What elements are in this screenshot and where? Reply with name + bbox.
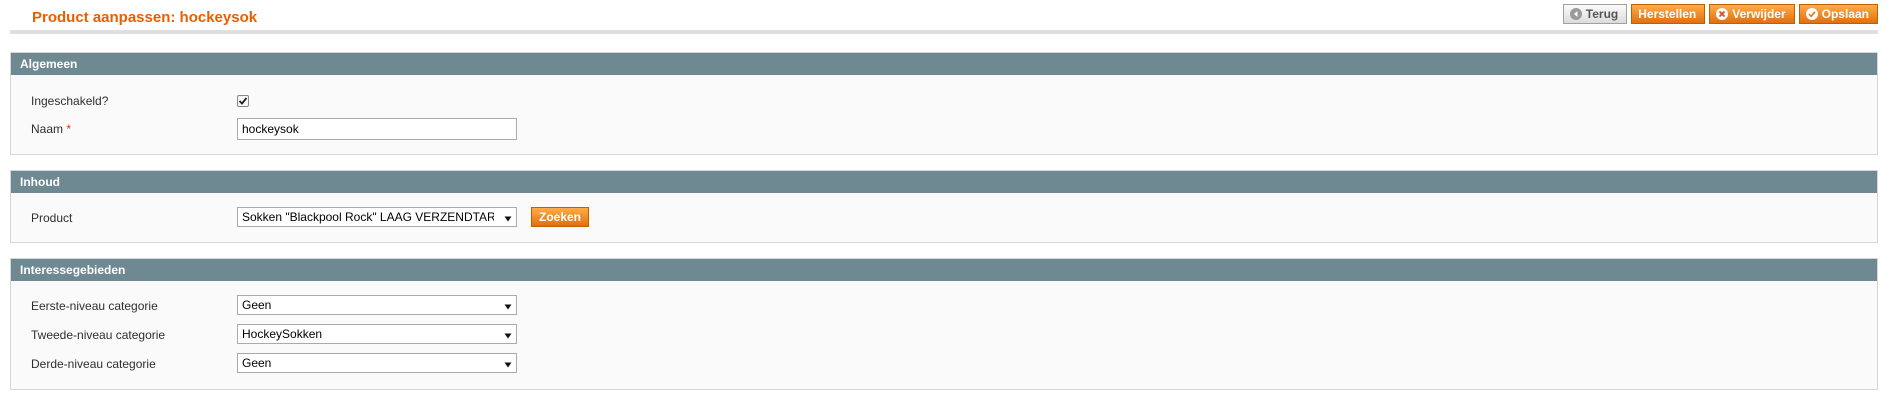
section-content: Inhoud Product Sokken "Blackpool Rock" L… <box>10 170 1878 243</box>
level1-select-value: Geen <box>242 298 272 312</box>
product-row: Product Sokken "Blackpool Rock" LAAG VER… <box>11 207 1877 229</box>
check-circle-icon <box>1805 8 1818 20</box>
search-button[interactable]: Zoeken <box>531 207 590 227</box>
section-general: Algemeen Ingeschakeld? Naam * <box>10 52 1878 155</box>
level2-row: Tweede-niveau categorie HockeySokken <box>11 324 1877 346</box>
product-select[interactable]: Sokken "Blackpool Rock" LAAG VERZENDTARI… <box>237 207 517 227</box>
check-icon <box>238 97 248 105</box>
triangle-down-icon <box>504 358 512 372</box>
page-header: Product aanpassen: hockeysok Terug Herst… <box>10 0 1878 34</box>
level2-select-value: HockeySokken <box>242 327 323 341</box>
level3-row: Derde-niveau categorie Geen <box>11 353 1877 375</box>
enabled-row: Ingeschakeld? <box>11 90 1877 112</box>
back-button-label: Terug <box>1585 7 1619 21</box>
name-label-text: Naam <box>31 122 64 136</box>
section-interests: Interessegebieden Eerste-niveau categori… <box>10 258 1878 390</box>
name-label: Naam * <box>31 122 71 136</box>
triangle-down-icon <box>504 212 512 226</box>
name-input[interactable] <box>237 118 517 140</box>
product-label: Product <box>31 211 73 225</box>
level3-label: Derde-niveau categorie <box>31 357 156 371</box>
enabled-label: Ingeschakeld? <box>31 94 109 108</box>
back-button[interactable]: Terug <box>1562 4 1628 24</box>
level1-label: Eerste-niveau categorie <box>31 299 158 313</box>
page-title: Product aanpassen: hockeysok <box>32 9 258 26</box>
action-bar: Terug Herstellen Verwijder Opslaan <box>1562 4 1878 24</box>
triangle-down-icon <box>504 300 512 314</box>
save-button[interactable]: Opslaan <box>1798 4 1878 24</box>
section-general-title: Algemeen <box>11 53 1877 75</box>
level3-select[interactable]: Geen <box>237 353 517 373</box>
section-content-title: Inhoud <box>11 171 1877 193</box>
section-interests-title: Interessegebieden <box>11 259 1877 281</box>
required-mark: * <box>66 122 72 136</box>
level1-row: Eerste-niveau categorie Geen <box>11 295 1877 317</box>
back-arrow-icon <box>1569 8 1582 20</box>
triangle-down-icon <box>504 329 512 343</box>
reset-button[interactable]: Herstellen <box>1631 4 1706 24</box>
product-select-value: Sokken "Blackpool Rock" LAAG VERZENDTARI… <box>242 210 494 224</box>
name-row: Naam * <box>11 118 1877 140</box>
level1-select[interactable]: Geen <box>237 295 517 315</box>
delete-button[interactable]: Verwijder <box>1709 4 1795 24</box>
level2-select[interactable]: HockeySokken <box>237 324 517 344</box>
cross-circle-icon <box>1716 8 1729 20</box>
reset-button-label: Herstellen <box>1638 7 1697 21</box>
enabled-checkbox[interactable] <box>237 95 249 107</box>
delete-button-label: Verwijder <box>1732 7 1786 21</box>
level3-select-value: Geen <box>242 356 272 370</box>
level2-label: Tweede-niveau categorie <box>31 328 166 342</box>
save-button-label: Opslaan <box>1821 7 1869 21</box>
